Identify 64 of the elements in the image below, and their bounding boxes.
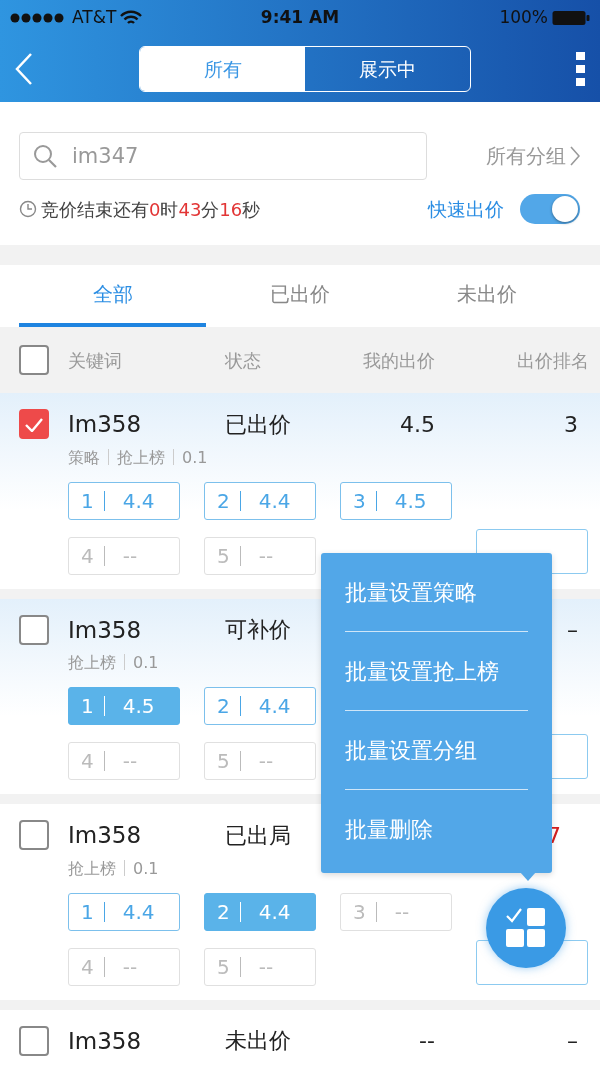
more-button[interactable] — [576, 52, 586, 86]
bid-value: 4.5 — [400, 411, 435, 437]
row-checkbox[interactable] — [19, 614, 49, 645]
row-checkbox[interactable] — [19, 1025, 49, 1056]
keyword-text: Im358 — [68, 822, 142, 848]
column-header: 状态 — [225, 348, 262, 373]
status-text: 未出价 — [225, 1028, 291, 1054]
rank-slot[interactable]: 4 -- — [68, 947, 180, 986]
countdown-text: 竞价结束还有0时43分16秒 — [41, 197, 261, 222]
search-field[interactable]: im347 — [19, 132, 427, 180]
rank-slot[interactable]: 3 -- — [340, 892, 452, 931]
rank-slot[interactable]: 4 -- — [68, 536, 180, 575]
search-icon — [33, 144, 57, 168]
select-all-checkbox[interactable] — [19, 345, 49, 375]
time-text: 9:41 AM — [259, 6, 341, 30]
rank-slot[interactable]: 1 4.4 — [68, 892, 180, 931]
status-text: 已出局 — [225, 822, 291, 848]
back-button[interactable] — [14, 52, 34, 86]
menu-item[interactable]: 批量设置策略 — [345, 553, 528, 632]
rank-slot[interactable]: 5 -- — [204, 947, 316, 986]
rank-slot[interactable]: 1 4.4 — [68, 481, 180, 520]
rank-slot[interactable]: 2 4.4 — [204, 892, 316, 931]
filter-tab[interactable]: 未出价 — [393, 265, 581, 327]
filter-tab[interactable]: 全部 — [19, 265, 207, 327]
rank-value: – — [567, 1028, 578, 1054]
battery-text: 100% — [499, 6, 548, 30]
grid-check-icon — [505, 907, 547, 949]
rank-slot[interactable]: 3 4.5 — [340, 481, 452, 520]
more-icon — [576, 52, 586, 86]
menu-item[interactable]: 批量设置抢上榜 — [345, 632, 528, 711]
column-header: 出价排名 — [516, 348, 589, 373]
filter-tab[interactable]: 已出价 — [206, 265, 394, 327]
rank-slot[interactable]: 2 4.4 — [204, 687, 316, 725]
status-text: 已出价 — [225, 411, 291, 437]
strategy-tags: 策略 抢上榜 0.1 — [19, 445, 570, 470]
rank-value: 3 — [564, 411, 578, 437]
check-icon — [25, 417, 43, 432]
chevron-right-icon — [570, 146, 580, 166]
column-header: 关键词 — [67, 348, 123, 373]
quick-bid-label: 快速出价 — [428, 196, 504, 222]
column-header: 我的出价 — [362, 348, 435, 373]
keyword-text: Im358 — [68, 1027, 142, 1054]
rank-slot[interactable]: 5 -- — [204, 536, 316, 575]
carrier-text: AT&T — [72, 6, 117, 30]
rank-slot[interactable]: 1 4.5 — [68, 687, 180, 725]
clock-icon — [19, 200, 37, 218]
menu-item[interactable]: 批量设置分组 — [345, 711, 528, 790]
rank-value: – — [567, 617, 578, 643]
rank-slot[interactable]: 5 -- — [204, 742, 316, 780]
back-icon — [14, 52, 34, 86]
keyword-text: Im358 — [68, 616, 142, 643]
group-link[interactable]: 所有分组 — [486, 141, 580, 171]
bid-value: -- — [419, 1028, 435, 1054]
battery-icon — [552, 10, 590, 26]
wifi-icon — [120, 10, 143, 26]
rank-slot[interactable]: 4 -- — [68, 742, 180, 780]
keyword-text: Im358 — [68, 411, 142, 437]
rank-slot[interactable]: 2 4.4 — [204, 481, 316, 520]
row-checkbox[interactable] — [19, 409, 49, 440]
segment-tab[interactable]: 展示中 — [305, 47, 470, 91]
row-checkbox[interactable] — [19, 820, 49, 851]
quick-bid-toggle[interactable] — [520, 194, 580, 224]
segment-tab[interactable]: 所有 — [140, 47, 305, 91]
status-text: 可补价 — [225, 617, 291, 643]
